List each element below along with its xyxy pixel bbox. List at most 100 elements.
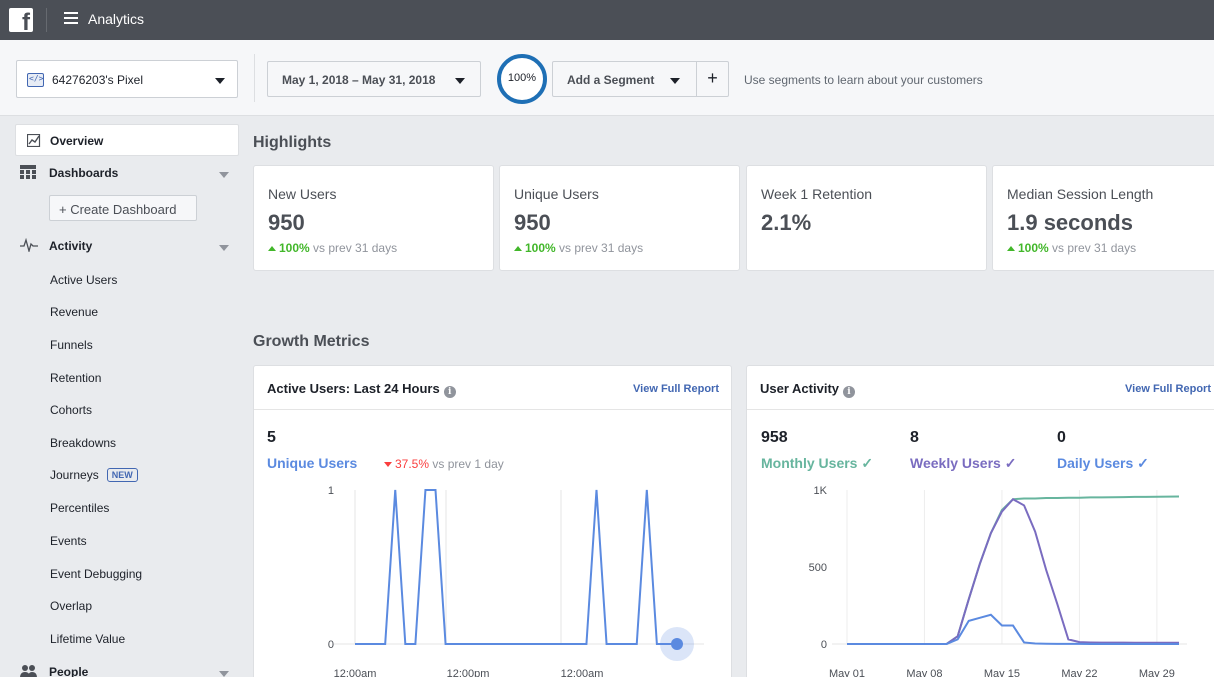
highlight-card-unique-users[interactable]: Unique Users 950 100% vs prev 31 days bbox=[499, 165, 740, 271]
add-segment-button[interactable]: Add a Segment bbox=[552, 61, 697, 97]
sidebar-item-retention[interactable]: Retention bbox=[50, 371, 101, 385]
sidebar-item-event-debugging[interactable]: Event Debugging bbox=[50, 567, 142, 581]
y-tick-label: 1K bbox=[814, 485, 828, 497]
user-activity-chart[interactable]: 0 500 1K May 01 May 08 May 15 May 22 May 29 bbox=[747, 478, 1214, 677]
weekly-users-toggle[interactable]: Weekly Users ✓ bbox=[910, 455, 1016, 472]
current-point-marker bbox=[671, 638, 683, 650]
x-tick-label: 12:00am bbox=[561, 668, 604, 677]
topbar-divider bbox=[46, 8, 47, 32]
growth-metrics-title: Growth Metrics bbox=[253, 333, 370, 350]
sidebar-item-funnels[interactable]: Funnels bbox=[50, 338, 93, 352]
people-icon bbox=[20, 665, 37, 677]
highlight-value: 950 bbox=[268, 210, 305, 235]
chevron-down-icon bbox=[670, 78, 680, 84]
weekly-users-value: 8 bbox=[910, 429, 919, 446]
sidebar-item-lifetime-value[interactable]: Lifetime Value bbox=[50, 632, 125, 646]
monthly-users-value: 958 bbox=[761, 429, 788, 446]
sidebar-item-activity[interactable]: Activity bbox=[20, 236, 234, 256]
daily-users-value: 0 bbox=[1057, 429, 1066, 446]
pixel-selector[interactable]: 64276203's Pixel bbox=[16, 60, 238, 98]
date-range-button[interactable]: May 1, 2018 – May 31, 2018 bbox=[267, 61, 481, 97]
segment-percentage-ring: 100% bbox=[497, 54, 547, 104]
highlight-value: 950 bbox=[514, 210, 551, 235]
sidebar-item-overlap[interactable]: Overlap bbox=[50, 599, 92, 613]
info-icon[interactable]: i bbox=[843, 386, 855, 398]
unique-users-label[interactable]: Unique Users bbox=[267, 455, 357, 471]
top-bar: f Analytics bbox=[0, 0, 1214, 40]
highlights-title: Highlights bbox=[253, 134, 332, 151]
sidebar-item-overview[interactable]: Overview bbox=[15, 124, 239, 156]
sidebar-item-dashboards[interactable]: Dashboards bbox=[20, 163, 234, 183]
unique-users-delta: 37.5% vs prev 1 day bbox=[384, 457, 504, 471]
highlight-delta: 100% vs prev 31 days bbox=[268, 241, 397, 255]
series-line-daily-users bbox=[847, 613, 1179, 645]
segment-hint: Use segments to learn about your custome… bbox=[744, 73, 983, 87]
up-arrow-icon bbox=[268, 246, 276, 251]
view-full-report-link[interactable]: View Full Report bbox=[633, 383, 719, 395]
sidebar-item-label: People bbox=[49, 665, 89, 677]
highlight-card-new-users[interactable]: New Users 950 100% vs prev 31 days bbox=[253, 165, 494, 271]
highlight-title: Week 1 Retention bbox=[761, 186, 873, 202]
pixel-name: 64276203's Pixel bbox=[52, 73, 144, 87]
series-line-unique-users bbox=[355, 489, 677, 645]
sidebar-item-label: Journeys bbox=[50, 468, 99, 482]
monthly-users-toggle[interactable]: Monthly Users ✓ bbox=[761, 455, 873, 472]
up-arrow-icon bbox=[514, 246, 522, 251]
sidebar-item-journeys[interactable]: Journeys NEW bbox=[50, 468, 138, 482]
info-icon[interactable]: i bbox=[443, 386, 456, 398]
facebook-logo-icon[interactable]: f bbox=[9, 8, 33, 35]
chevron-down-icon bbox=[215, 78, 225, 84]
segment-percentage: 100% bbox=[507, 72, 537, 84]
down-arrow-icon bbox=[384, 462, 392, 467]
view-full-report-link[interactable]: View Full Report bbox=[1125, 383, 1211, 395]
y-tick-label: 0 bbox=[821, 639, 827, 651]
sidebar-item-cohorts[interactable]: Cohorts bbox=[50, 403, 92, 417]
highlight-delta: 100% vs prev 31 days bbox=[514, 241, 643, 255]
add-segment-label: Add a Segment bbox=[567, 73, 655, 87]
create-dashboard-button[interactable]: + Create Dashboard bbox=[49, 195, 197, 221]
card-title: User Activity i bbox=[760, 381, 855, 398]
add-segment-plus-button[interactable]: + bbox=[697, 61, 729, 97]
user-activity-card: User Activity i View Full Report 958 Mont… bbox=[746, 365, 1214, 677]
y-tick-label: 0 bbox=[328, 639, 334, 651]
highlight-card-median-session[interactable]: Median Session Length 1.9 seconds 100% v… bbox=[992, 165, 1214, 271]
highlight-delta: 100% vs prev 31 days bbox=[1007, 241, 1136, 255]
chevron-down-icon[interactable] bbox=[219, 245, 229, 251]
highlight-value: 2.1% bbox=[761, 210, 812, 235]
sidebar-item-people[interactable]: People bbox=[20, 662, 234, 677]
sidebar-item-label: Activity bbox=[49, 239, 93, 253]
x-tick-label: May 15 bbox=[984, 668, 1020, 677]
highlight-title: Unique Users bbox=[514, 186, 599, 202]
x-tick-label: 12:00pm bbox=[447, 668, 490, 677]
daily-users-toggle[interactable]: Daily Users ✓ bbox=[1057, 455, 1149, 472]
pulse-icon bbox=[20, 238, 38, 252]
sidebar-item-percentiles[interactable]: Percentiles bbox=[50, 501, 109, 515]
x-tick-label: May 22 bbox=[1061, 668, 1097, 677]
x-tick-label: May 08 bbox=[906, 668, 942, 677]
highlight-card-week1-retention[interactable]: Week 1 Retention 2.1% bbox=[746, 165, 987, 271]
create-dashboard-label: + Create Dashboard bbox=[59, 202, 177, 217]
sidebar-item-events[interactable]: Events bbox=[50, 534, 87, 548]
chevron-down-icon[interactable] bbox=[219, 172, 229, 178]
active-users-card: Active Users: Last 24 Hours i View Full R… bbox=[253, 365, 732, 677]
active-users-chart[interactable]: 0 1 12:00am 12:00pm 12:00am bbox=[254, 478, 732, 677]
toolbar-divider bbox=[254, 54, 255, 102]
sidebar-item-active-users[interactable]: Active Users bbox=[50, 273, 117, 287]
x-tick-label: May 01 bbox=[829, 668, 865, 677]
date-range-label: May 1, 2018 – May 31, 2018 bbox=[282, 73, 436, 87]
up-arrow-icon bbox=[1007, 246, 1015, 251]
sidebar-item-revenue[interactable]: Revenue bbox=[50, 305, 98, 319]
series-line-monthly-users bbox=[847, 495, 1180, 645]
chevron-down-icon[interactable] bbox=[219, 671, 229, 677]
toolbar: 64276203's Pixel May 1, 2018 – May 31, 2… bbox=[0, 40, 1214, 116]
card-header: Active Users: Last 24 Hours i View Full R… bbox=[254, 366, 731, 410]
highlight-title: Median Session Length bbox=[1007, 186, 1154, 202]
sidebar-item-label: Overview bbox=[50, 134, 104, 148]
hamburger-menu-icon[interactable] bbox=[64, 12, 78, 24]
sidebar-item-breakdowns[interactable]: Breakdowns bbox=[50, 436, 116, 450]
sidebar: Overview Dashboards + Create Dashboard A… bbox=[0, 116, 246, 677]
y-tick-label: 500 bbox=[809, 562, 827, 574]
highlight-value: 1.9 seconds bbox=[1007, 210, 1133, 235]
x-tick-label: 12:00am bbox=[334, 668, 377, 677]
highlight-title: New Users bbox=[268, 186, 337, 202]
